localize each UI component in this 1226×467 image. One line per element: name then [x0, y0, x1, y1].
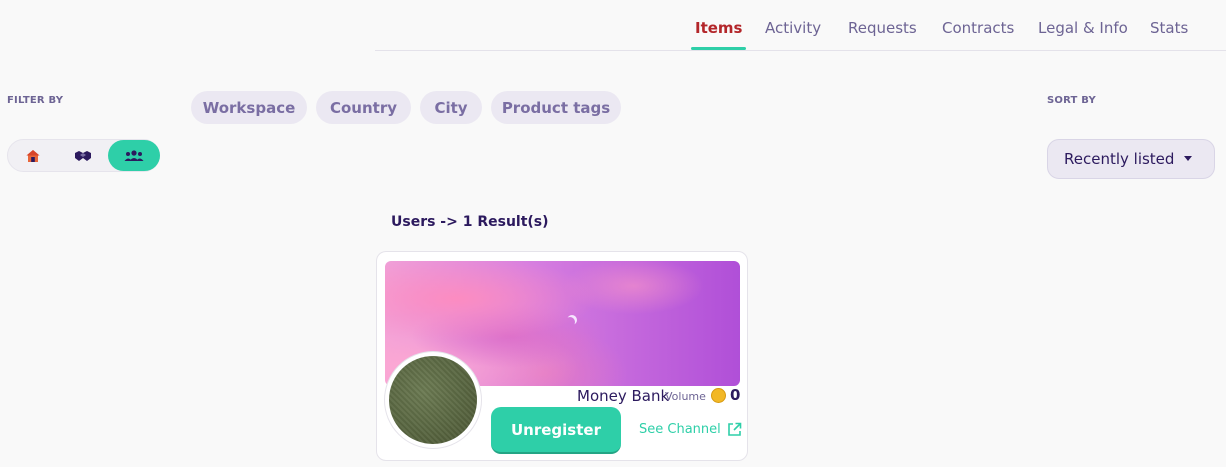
volume-label: Volume	[665, 390, 706, 403]
filter-chip-workspace[interactable]: Workspace	[191, 91, 307, 124]
unregister-button[interactable]: Unregister	[491, 407, 621, 454]
moon-icon	[565, 317, 575, 327]
see-channel-link[interactable]: See Channel	[639, 422, 742, 437]
see-channel-label: See Channel	[639, 422, 721, 437]
tab-items[interactable]: Items	[690, 19, 748, 50]
home-icon	[26, 149, 40, 162]
users-icon	[124, 149, 144, 161]
external-link-icon	[727, 422, 742, 436]
segment-workspaces[interactable]	[8, 140, 58, 171]
avatar	[385, 352, 481, 448]
user-card: Money Bank Volume 0 Unregister See Chann…	[376, 251, 748, 461]
tab-contracts[interactable]: Contracts	[942, 19, 1014, 50]
segment-users[interactable]	[108, 140, 160, 171]
sort-by-label: SORT BY	[1047, 95, 1096, 106]
tab-stats[interactable]: Stats	[1150, 19, 1188, 50]
tab-activity[interactable]: Activity	[765, 19, 821, 50]
filter-by-label: FILTER BY	[7, 95, 64, 106]
card-name: Money Bank	[577, 387, 670, 405]
filter-chip-city[interactable]: City	[420, 91, 482, 124]
tab-legal-info[interactable]: Legal & Info	[1038, 19, 1128, 50]
top-navigation: Items Activity Requests Contracts Legal …	[375, 0, 1226, 51]
sort-select[interactable]: Recently listed	[1047, 139, 1215, 179]
volume-value: 0	[730, 386, 741, 404]
filter-chip-product-tags[interactable]: Product tags	[491, 91, 621, 124]
segment-partners[interactable]	[58, 140, 108, 171]
caret-down-icon	[1184, 156, 1192, 161]
handshake-icon	[75, 150, 91, 161]
results-title: Users -> 1 Result(s)	[391, 214, 549, 230]
sort-selected-value: Recently listed	[1064, 150, 1175, 168]
tab-requests[interactable]: Requests	[848, 19, 917, 50]
filter-chip-country[interactable]: Country	[316, 91, 411, 124]
entity-type-toggle	[7, 139, 160, 172]
coin-icon	[711, 388, 726, 403]
